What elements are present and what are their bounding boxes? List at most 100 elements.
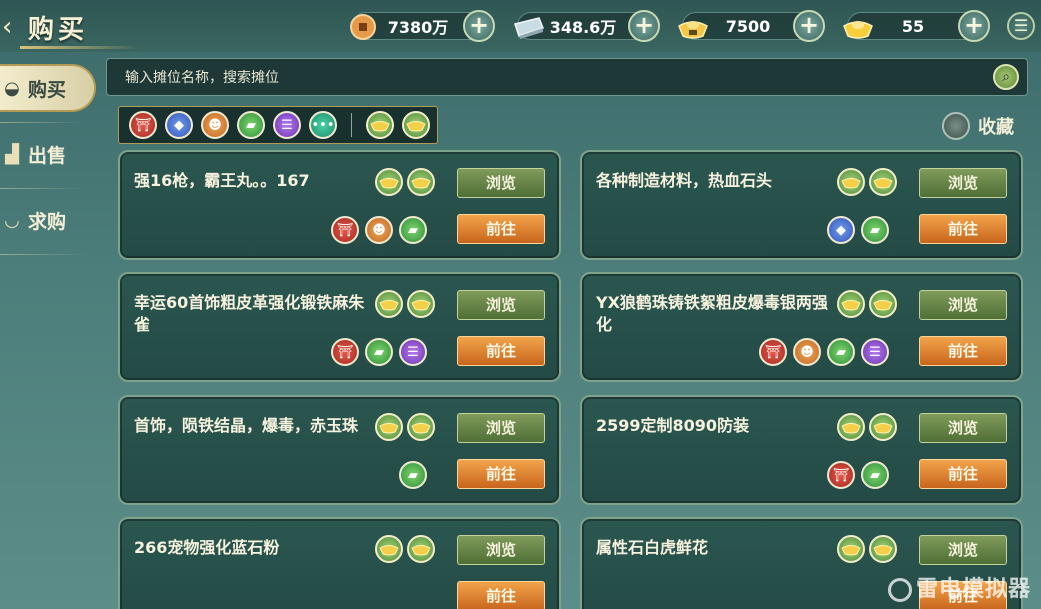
stall-name: 属性石白虎鲜花	[596, 538, 709, 557]
pet-filter-icon[interactable]: ☻	[201, 111, 229, 139]
accepted-currencies	[375, 290, 435, 318]
scroll-filter-icon[interactable]: ☰	[273, 111, 301, 139]
browse-button[interactable]: 浏览	[919, 290, 1007, 320]
sidebar: ◒ 购买 ▟ 出售 ◡ 求购	[0, 52, 100, 609]
material-category-icon: ▰	[861, 461, 889, 489]
go-to-button[interactable]: 前往	[457, 581, 545, 609]
bag-icon: ▟	[5, 143, 19, 165]
weapon-category-icon: ⛩	[331, 338, 359, 366]
ingot-icon: ◒	[4, 77, 20, 99]
favorite-radio[interactable]	[942, 112, 970, 140]
listing-card[interactable]: 2599定制8090防装 ⛩ ▰ 浏览前往	[580, 395, 1023, 505]
gold-ingot-icon	[407, 168, 435, 196]
material-category-icon: ▰	[399, 461, 427, 489]
weapon-category-icon: ⛩	[827, 461, 855, 489]
gold-ingot-filter-icon[interactable]	[366, 111, 394, 139]
search-input[interactable]: 输入摊位名称，搜索摊位	[125, 67, 279, 87]
sidebar-item-sell[interactable]: ▟ 出售	[0, 130, 96, 178]
sidebar-item-label: 购买	[28, 78, 67, 101]
accepted-currencies	[837, 535, 897, 563]
go-to-button[interactable]: 前往	[919, 214, 1007, 244]
material-filter-icon[interactable]: ▰	[237, 111, 265, 139]
watermark: 雷电模拟器	[887, 571, 1031, 603]
gold-ingot-icon	[837, 413, 865, 441]
gold-ingot-icon	[407, 413, 435, 441]
more-filter-icon[interactable]: •••	[309, 111, 337, 139]
material-category-icon: ▰	[399, 216, 427, 244]
sidebar-divider	[0, 122, 86, 123]
top-bar: ‹ 购买 7380万 + 348.6万 + 7500 + 55 + ☰	[0, 0, 1041, 52]
page-title: 购买	[28, 14, 89, 45]
emulator-logo-icon	[887, 578, 912, 602]
silver-ingot-icon	[510, 9, 546, 45]
weapon-filter-icon[interactable]: ⛩	[129, 111, 157, 139]
browse-button[interactable]: 浏览	[457, 413, 545, 443]
search-icon[interactable]: ⌕	[993, 64, 1019, 90]
material-category-icon: ▰	[365, 338, 393, 366]
add-bound-gold-button[interactable]: +	[793, 10, 825, 42]
sidebar-item-label: 出售	[28, 144, 67, 167]
sidebar-item-label: 求购	[28, 210, 67, 233]
go-to-button[interactable]: 前往	[457, 336, 545, 366]
accepted-currencies	[837, 168, 897, 196]
listing-card[interactable]: 幸运60首饰粗皮革强化锻铁麻朱雀 ⛩ ▰ ☰ 浏览 前往	[118, 272, 561, 382]
go-to-button[interactable]: 前往	[919, 459, 1007, 489]
gold-ingot-icon	[375, 290, 403, 318]
gold-ingot-icon	[407, 535, 435, 563]
scroll-category-icon: ☰	[399, 338, 427, 366]
gem-category-icon: ◆	[827, 216, 855, 244]
sidebar-divider	[0, 254, 86, 255]
gold-ingot-filter-icon[interactable]	[402, 111, 430, 139]
listing-card[interactable]: YX狼鹤珠铸铁絮粗皮爆毒银两强化 ⛩ ☻ ▰ ☰ 浏览 前往	[580, 272, 1023, 382]
currency-silver: 348.6万 +	[514, 10, 660, 42]
go-to-button[interactable]: 前往	[457, 459, 545, 489]
gold-ingot-icon	[837, 535, 865, 563]
currency-copper: 7380万 +	[350, 10, 495, 42]
listing-card[interactable]: 各种制造材料，热血石头 ◆ ▰ 浏览前往	[580, 150, 1023, 260]
page-title-area[interactable]: ‹ 购买	[0, 6, 150, 49]
browse-button[interactable]: 浏览	[457, 168, 545, 198]
item-categories: ⛩ ▰ ☰	[331, 338, 427, 366]
add-copper-button[interactable]: +	[463, 10, 495, 42]
accepted-currencies	[837, 290, 897, 318]
browse-button[interactable]: 浏览	[457, 535, 545, 565]
sidebar-item-buy[interactable]: ◒ 购买	[0, 64, 96, 112]
category-filter-bar: ⛩ ◆ ☻ ▰ ☰ •••	[118, 106, 438, 144]
accepted-currencies	[375, 413, 435, 441]
back-arrow-icon[interactable]: ‹	[2, 12, 22, 42]
currency-gold: 55 +	[843, 10, 990, 42]
item-categories: ⛩ ☻ ▰	[331, 216, 427, 244]
item-categories: ◆ ▰	[827, 216, 889, 244]
item-categories: ▰	[399, 461, 427, 489]
sidebar-item-request[interactable]: ◡ 求购	[0, 196, 96, 244]
favorite-toggle[interactable]: 收藏	[942, 112, 1014, 140]
stall-name: 各种制造材料，热血石头	[596, 171, 773, 190]
browse-button[interactable]: 浏览	[919, 535, 1007, 565]
gold-ingot-icon	[837, 290, 865, 318]
browse-button[interactable]: 浏览	[919, 413, 1007, 443]
favorite-label: 收藏	[978, 117, 1014, 138]
scroll-category-icon: ☰	[861, 338, 889, 366]
browse-button[interactable]: 浏览	[457, 290, 545, 320]
stall-name: 2599定制8090防装	[596, 416, 750, 435]
sidebar-divider	[0, 188, 86, 189]
gold-ingot-icon	[407, 290, 435, 318]
gold-ingot-icon	[840, 9, 876, 45]
search-bar[interactable]: 输入摊位名称，搜索摊位 ⌕	[106, 58, 1028, 96]
add-gold-button[interactable]: +	[958, 10, 990, 42]
listing-card[interactable]: 266宠物强化蓝石粉 浏览 前往	[118, 517, 561, 609]
stall-name: 强16枪，霸王丸。。167	[134, 171, 310, 190]
bowl-icon: ◡	[4, 209, 20, 231]
filter-divider	[351, 113, 352, 137]
add-silver-button[interactable]: +	[628, 10, 660, 42]
go-to-button[interactable]: 前往	[919, 336, 1007, 366]
currency-bound-gold: 7500 +	[678, 10, 825, 42]
go-to-button[interactable]: 前往	[457, 214, 545, 244]
menu-list-icon[interactable]: ☰	[1007, 12, 1035, 40]
gold-ingot-icon	[869, 290, 897, 318]
gem-filter-icon[interactable]: ◆	[165, 111, 193, 139]
listing-card[interactable]: 强16枪，霸王丸。。167 ⛩ ☻ ▰ 浏览前往	[118, 150, 561, 260]
listing-card[interactable]: 首饰，陨铁结晶，爆毒，赤玉珠 ▰ 浏览 前往	[118, 395, 561, 505]
browse-button[interactable]: 浏览	[919, 168, 1007, 198]
gold-ingot-icon	[869, 535, 897, 563]
